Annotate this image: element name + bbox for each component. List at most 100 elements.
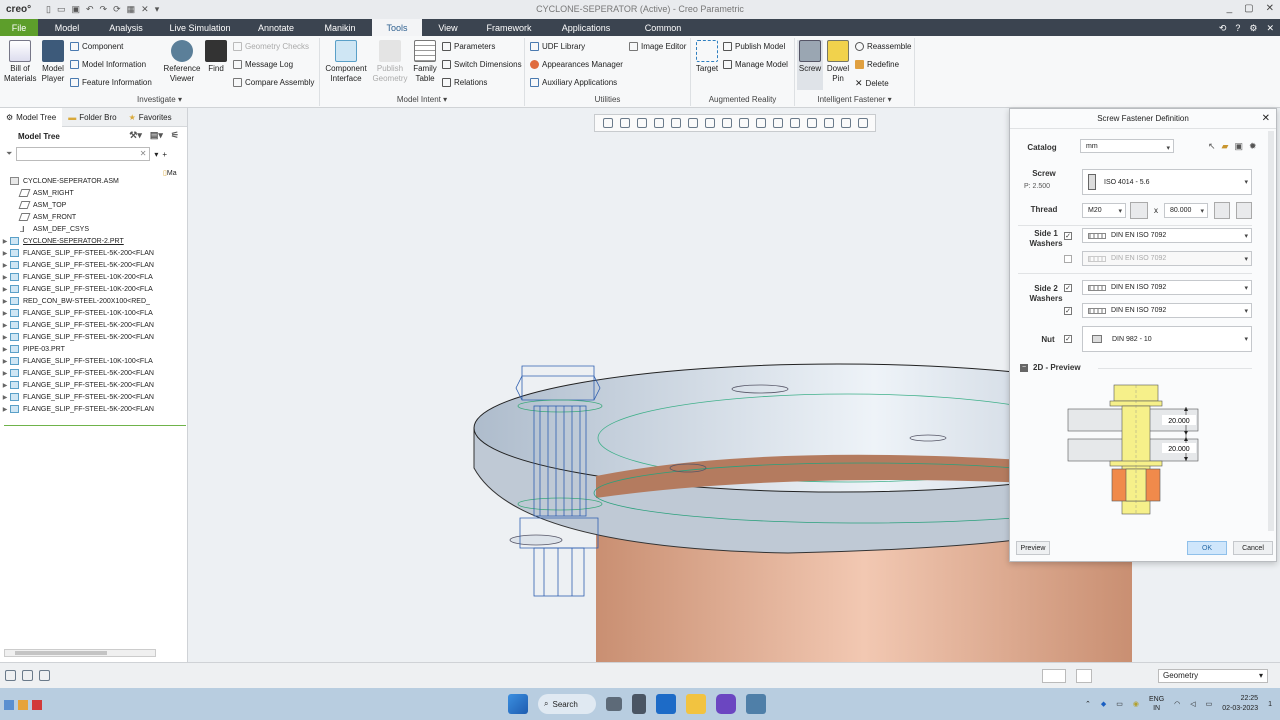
- nut-checkbox[interactable]: ✓: [1064, 335, 1072, 343]
- refit-icon[interactable]: [602, 118, 613, 128]
- catalog-select[interactable]: mm ▾: [1080, 139, 1174, 153]
- tab-framework[interactable]: Framework: [474, 19, 544, 36]
- expand-arrow-icon[interactable]: ▶: [0, 286, 10, 293]
- family-table-button[interactable]: Family Table: [410, 40, 440, 84]
- dialog-scrollbar[interactable]: [1268, 131, 1274, 531]
- creo-app-icon[interactable]: [716, 694, 736, 714]
- maximize-button[interactable]: ▢: [1244, 3, 1253, 14]
- tab-common[interactable]: Common: [628, 19, 698, 36]
- volume-icon[interactable]: ◁: [1190, 700, 1195, 708]
- bill-of-materials-button[interactable]: Bill of Materials: [4, 40, 36, 84]
- spin-center-icon[interactable]: [806, 118, 817, 128]
- tab-view[interactable]: View: [422, 19, 474, 36]
- window-app-icon[interactable]: [746, 694, 766, 714]
- battery-icon[interactable]: ▭: [1206, 700, 1213, 708]
- tree-item[interactable]: ▶ FLANGE_SLIP_FF-STEEL-5K-200<FLAN: [0, 403, 187, 415]
- tree-item[interactable]: ▶ FLANGE_SLIP_FF-STEEL-5K-200<FLAN: [0, 247, 187, 259]
- filter-icon[interactable]: ⏷: [6, 149, 12, 159]
- side1-washer2-checkbox[interactable]: [1064, 255, 1072, 263]
- tree-item[interactable]: ⅃ ASM_DEF_CSYS: [0, 223, 187, 235]
- task-view-icon[interactable]: [606, 697, 622, 711]
- manage-model-button[interactable]: Manage Model: [723, 60, 788, 69]
- relations-button[interactable]: Relations: [442, 78, 487, 87]
- expand-arrow-icon[interactable]: ▶: [0, 274, 10, 281]
- tree-item[interactable]: ▶ FLANGE_SLIP_FF-STEEL-10K-100<FLA: [0, 355, 187, 367]
- tree-settings-icon[interactable]: ⚒▾: [129, 130, 142, 141]
- screw-select[interactable]: ISO 4014 - 5.6 ▾: [1082, 169, 1252, 195]
- tree-item[interactable]: ▶ FLANGE_SLIP_FF-STEEL-5K-200<FLAN: [0, 367, 187, 379]
- section-icon[interactable]: [738, 118, 749, 128]
- find-button[interactable]: Find: [204, 40, 228, 74]
- side2-washer1-checkbox[interactable]: ✓: [1064, 284, 1072, 292]
- datum-display-icon[interactable]: [772, 118, 783, 128]
- outlook-icon[interactable]: [656, 694, 676, 714]
- calculator-icon[interactable]: [632, 694, 646, 714]
- scrollbar-thumb[interactable]: [15, 651, 107, 655]
- tab-analysis[interactable]: Analysis: [96, 19, 156, 36]
- display-style-icon[interactable]: [687, 118, 698, 128]
- wifi-icon[interactable]: ◠: [1174, 700, 1180, 708]
- ok-button[interactable]: OK: [1187, 541, 1227, 555]
- tree-horizontal-scrollbar[interactable]: [4, 649, 156, 657]
- expand-arrow-icon[interactable]: ▶: [0, 310, 10, 317]
- pause-icon[interactable]: [840, 118, 851, 128]
- tree-item[interactable]: ASM_RIGHT: [0, 187, 187, 199]
- zoom-out-icon[interactable]: [636, 118, 647, 128]
- side1-washer1-checkbox[interactable]: ✓: [1064, 232, 1072, 240]
- tray-app-icon[interactable]: [18, 700, 28, 710]
- udf-library-button[interactable]: UDF Library: [530, 42, 585, 51]
- appearances-manager-button[interactable]: Appearances Manager: [530, 60, 623, 69]
- file-explorer-icon[interactable]: [686, 694, 706, 714]
- tree-item[interactable]: ASM_FRONT: [0, 211, 187, 223]
- cancel-button[interactable]: Cancel: [1233, 541, 1273, 555]
- navigator-toggle-icon[interactable]: [5, 670, 16, 681]
- tree-item[interactable]: CYCLONE-SEPERATOR.ASM: [0, 175, 187, 187]
- side2-washer2-checkbox[interactable]: ✓: [1064, 307, 1072, 315]
- side2-washer2-select[interactable]: DIN EN ISO 7092 ▾: [1082, 303, 1252, 318]
- notification-badge[interactable]: 1: [1268, 701, 1272, 708]
- reorient-icon[interactable]: [670, 118, 681, 128]
- geometry-checks-button[interactable]: Geometry Checks: [233, 42, 309, 51]
- expand-arrow-icon[interactable]: ▶: [0, 322, 10, 329]
- close-button[interactable]: ✕: [1266, 3, 1274, 14]
- preview-button[interactable]: Preview: [1016, 541, 1050, 555]
- tree-item[interactable]: ▶ FLANGE_SLIP_FF-STEEL-10K-200<FLA: [0, 283, 187, 295]
- side1-washer1-select[interactable]: DIN EN ISO 7092 ▾: [1082, 228, 1252, 243]
- preview-section-header[interactable]: − 2D - Preview: [1020, 363, 1081, 372]
- tree-item[interactable]: ▶ FLANGE_SLIP_FF-STEEL-10K-200<FLA: [0, 271, 187, 283]
- tab-model[interactable]: Model: [38, 19, 96, 36]
- publish-geometry-button[interactable]: Publish Geometry: [372, 40, 408, 84]
- add-filter-icon[interactable]: +: [162, 150, 167, 159]
- tab-manikin[interactable]: Manikin: [308, 19, 372, 36]
- help-icon[interactable]: ?: [1235, 23, 1240, 34]
- browser-toggle-icon[interactable]: [22, 670, 33, 681]
- model-intent-group-label[interactable]: Model Intent ▾: [320, 95, 524, 104]
- clock[interactable]: 22:25 02-03-2023: [1222, 694, 1258, 714]
- repaint-icon[interactable]: [653, 118, 664, 128]
- tree-item[interactable]: ▶ RED_CON_BW-STEEL-200X100<RED_: [0, 295, 187, 307]
- expand-arrow-icon[interactable]: ▶: [0, 334, 10, 341]
- fly-through-icon[interactable]: [857, 118, 868, 128]
- show-hidden-icons[interactable]: ⌃: [1085, 700, 1091, 708]
- expand-arrow-icon[interactable]: ▶: [0, 394, 10, 401]
- fastener-display-icon[interactable]: [823, 118, 834, 128]
- thread-size-select[interactable]: M20 ▾: [1082, 203, 1126, 218]
- component-button[interactable]: Component: [70, 42, 123, 51]
- expand-arrow-icon[interactable]: ▶: [0, 262, 10, 269]
- reassemble-button[interactable]: Reassemble: [855, 42, 911, 51]
- thread-icon[interactable]: [1130, 202, 1148, 219]
- tray-close-icon[interactable]: [32, 700, 42, 710]
- settings-icon[interactable]: ⚙: [1249, 23, 1257, 34]
- image-editor-button[interactable]: Image Editor: [629, 42, 686, 51]
- nut-select[interactable]: DIN 982 - 10 ▾: [1082, 326, 1252, 352]
- perspective-icon[interactable]: [755, 118, 766, 128]
- tree-item[interactable]: ASM_TOP: [0, 199, 187, 211]
- tree-item[interactable]: ▶ PIPE-03.PRT: [0, 343, 187, 355]
- refresh-icon[interactable]: ⟲: [1219, 23, 1227, 34]
- parameters-button[interactable]: Parameters: [442, 42, 495, 51]
- zoom-in-icon[interactable]: [619, 118, 630, 128]
- network-status-icon[interactable]: ▭: [1116, 700, 1123, 708]
- redefine-button[interactable]: Redefine: [855, 60, 899, 69]
- dowel-pin-button[interactable]: Dowel Pin: [825, 40, 851, 84]
- length-measure-icon[interactable]: [1214, 202, 1230, 219]
